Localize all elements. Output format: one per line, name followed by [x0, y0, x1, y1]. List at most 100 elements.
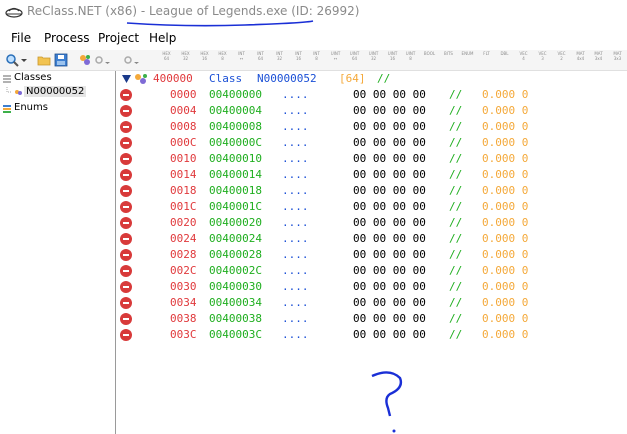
node-row[interactable]: 002C 0040002C.... 00 00 00 00 // 0.000 0: [116, 263, 627, 279]
type-button[interactable]: INT 64: [252, 51, 269, 68]
node-bytes: 00 00 00 00: [353, 312, 426, 325]
node-row[interactable]: 0004 00400004.... 00 00 00 00 // 0.000 0: [116, 103, 627, 119]
menu-process[interactable]: Process: [44, 31, 90, 45]
node-row[interactable]: 0038 00400038.... 00 00 00 00 // 0.000 0: [116, 311, 627, 327]
node-comment[interactable]: //: [449, 104, 462, 117]
class-comment[interactable]: //: [377, 72, 390, 85]
node-comment[interactable]: //: [449, 168, 462, 181]
menu-file[interactable]: File: [11, 31, 31, 45]
chevron-down-icon[interactable]: [133, 53, 140, 67]
node-row[interactable]: 0030 00400030.... 00 00 00 00 // 0.000 0: [116, 279, 627, 295]
node-comment[interactable]: //: [449, 312, 462, 325]
chevron-down-icon[interactable]: [20, 53, 28, 67]
node-row[interactable]: 0014 00400014.... 00 00 00 00 // 0.000 0: [116, 167, 627, 183]
node-comment[interactable]: //: [449, 328, 462, 341]
delete-node-icon[interactable]: [120, 233, 132, 245]
type-button[interactable]: BITS: [440, 51, 457, 68]
node-row[interactable]: 0028 00400028.... 00 00 00 00 // 0.000 0: [116, 247, 627, 263]
node-comment[interactable]: //: [449, 248, 462, 261]
type-button[interactable]: ENUM: [459, 51, 476, 68]
type-button-size: 16: [295, 56, 302, 61]
type-button[interactable]: FLT: [478, 51, 495, 68]
type-button[interactable]: HEX 16: [196, 51, 213, 68]
type-button-size: 8: [315, 56, 318, 61]
node-address: 00400014: [209, 168, 262, 181]
node-comment[interactable]: //: [449, 120, 462, 133]
type-button[interactable]: HEX 32: [177, 51, 194, 68]
node-comment[interactable]: //: [449, 200, 462, 213]
type-button[interactable]: INT 8: [308, 51, 325, 68]
node-comment[interactable]: //: [449, 184, 462, 197]
node-row[interactable]: 001C 0040001C.... 00 00 00 00 // 0.000 0: [116, 199, 627, 215]
type-button[interactable]: UINT 16: [384, 51, 401, 68]
type-button[interactable]: MAT 4x4: [572, 51, 589, 68]
type-button[interactable]: UINT ↔: [327, 51, 344, 68]
type-button[interactable]: VEC 4: [515, 51, 532, 68]
delete-node-icon[interactable]: [120, 185, 132, 197]
type-button[interactable]: UINT 64: [346, 51, 363, 68]
class-name[interactable]: N00000052: [257, 72, 317, 85]
node-row[interactable]: 0018 00400018.... 00 00 00 00 // 0.000 0: [116, 183, 627, 199]
node-row[interactable]: 0000 00400000.... 00 00 00 00 // 0.000 0: [116, 87, 627, 103]
type-button-size: 4x4: [576, 56, 585, 61]
node-row[interactable]: 0034 00400034.... 00 00 00 00 // 0.000 0: [116, 295, 627, 311]
type-button[interactable]: MAT 3x4: [590, 51, 607, 68]
node-row[interactable]: 000C 0040000C.... 00 00 00 00 // 0.000 0: [116, 135, 627, 151]
type-button[interactable]: VEC 3: [534, 51, 551, 68]
node-row[interactable]: 0010 00400010.... 00 00 00 00 // 0.000 0: [116, 151, 627, 167]
type-button[interactable]: INT ↔: [233, 51, 250, 68]
type-button[interactable]: UINT 8: [402, 51, 419, 68]
menu-help[interactable]: Help: [149, 31, 176, 45]
node-comment[interactable]: //: [449, 136, 462, 149]
save-icon[interactable]: [54, 53, 68, 67]
delete-node-icon[interactable]: [120, 281, 132, 293]
delete-node-icon[interactable]: [120, 89, 132, 101]
tree-class-item[interactable]: N00000052: [24, 86, 87, 97]
type-button[interactable]: UINT 32: [365, 51, 382, 68]
node-comment[interactable]: //: [449, 296, 462, 309]
search-icon[interactable]: [5, 53, 19, 67]
delete-node-icon[interactable]: [120, 217, 132, 229]
type-button[interactable]: MAT 3x3: [609, 51, 626, 68]
node-comment[interactable]: //: [449, 264, 462, 277]
delete-node-icon[interactable]: [120, 201, 132, 213]
class-header-row[interactable]: 400000 Class N00000052 [64] //: [116, 71, 627, 87]
node-row[interactable]: 0020 00400020.... 00 00 00 00 // 0.000 0: [116, 215, 627, 231]
delete-node-icon[interactable]: [120, 313, 132, 325]
type-button[interactable]: DBL: [496, 51, 513, 68]
gear-icon[interactable]: [94, 53, 104, 67]
node-comment[interactable]: //: [449, 88, 462, 101]
node-row[interactable]: 0024 00400024.... 00 00 00 00 // 0.000 0: [116, 231, 627, 247]
node-comment[interactable]: //: [449, 280, 462, 293]
delete-node-icon[interactable]: [120, 297, 132, 309]
node-comment[interactable]: //: [449, 216, 462, 229]
open-folder-icon[interactable]: [37, 53, 51, 67]
node-comment[interactable]: //: [449, 232, 462, 245]
type-button[interactable]: VEC 2: [553, 51, 570, 68]
delete-node-icon[interactable]: [120, 169, 132, 181]
node-comment[interactable]: //: [449, 152, 462, 165]
type-button[interactable]: INT 16: [290, 51, 307, 68]
menu-bar: [0, 30, 627, 48]
type-button[interactable]: HEX 64: [158, 51, 175, 68]
type-button[interactable]: INT 32: [271, 51, 288, 68]
delete-node-icon[interactable]: [120, 105, 132, 117]
class-add-icon[interactable]: [78, 53, 92, 67]
node-row[interactable]: 0008 00400008.... 00 00 00 00 // 0.000 0: [116, 119, 627, 135]
menu-project[interactable]: Project: [98, 31, 139, 45]
delete-node-icon[interactable]: [120, 249, 132, 261]
gear-icon[interactable]: [123, 53, 133, 67]
delete-node-icon[interactable]: [120, 137, 132, 149]
chevron-down-icon[interactable]: [104, 53, 111, 67]
type-button[interactable]: BOOL: [421, 51, 438, 68]
expand-toggle-icon[interactable]: [122, 75, 131, 83]
type-button[interactable]: HEX 8: [214, 51, 231, 68]
tree-classes[interactable]: Classes: [14, 72, 52, 83]
delete-node-icon[interactable]: [120, 329, 132, 341]
tree-enums[interactable]: Enums: [14, 102, 48, 113]
delete-node-icon[interactable]: [120, 153, 132, 165]
node-row[interactable]: 003C 0040003C.... 00 00 00 00 // 0.000 0: [116, 327, 627, 343]
delete-node-icon[interactable]: [120, 121, 132, 133]
node-bytes: 00 00 00 00: [353, 136, 426, 149]
delete-node-icon[interactable]: [120, 265, 132, 277]
